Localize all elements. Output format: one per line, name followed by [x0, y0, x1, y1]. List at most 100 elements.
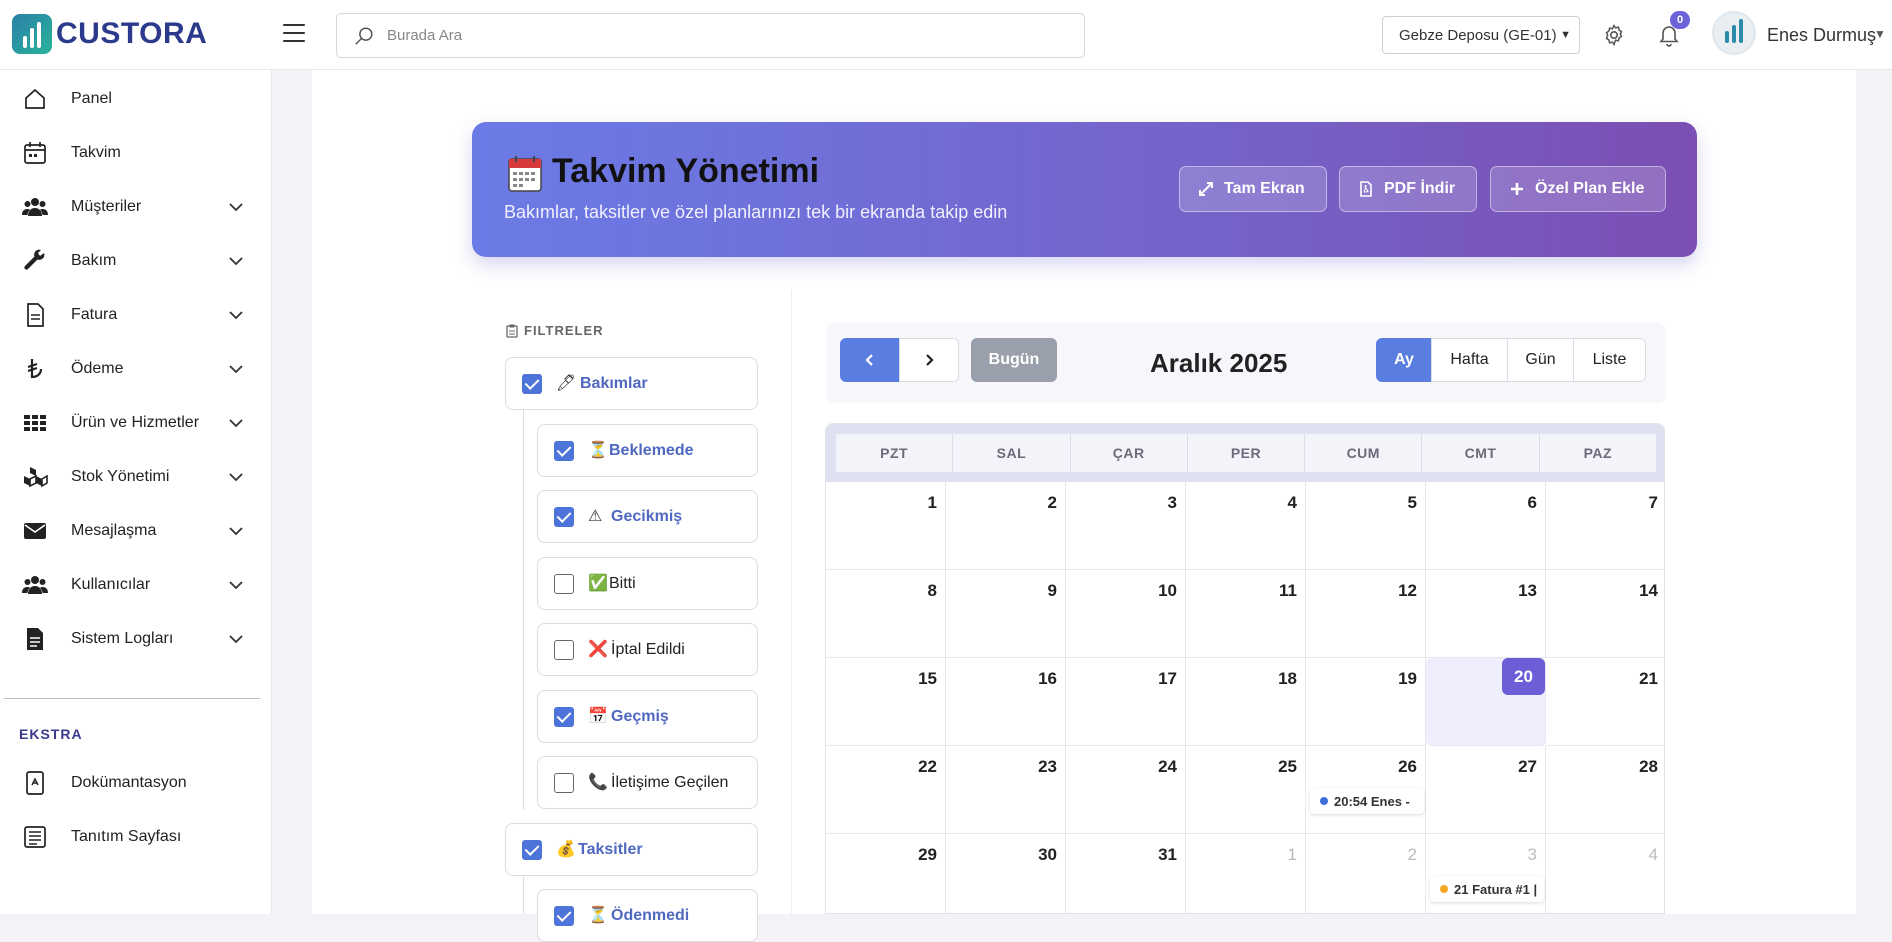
pdf-download-button[interactable]: PDF İndir — [1339, 166, 1477, 212]
prev-month-button[interactable] — [840, 338, 900, 382]
filter-checkbox[interactable] — [522, 840, 542, 860]
filter-iptal-edildi[interactable]: ❌ İptal Edildi — [537, 623, 758, 676]
search-input[interactable] — [387, 14, 1067, 57]
day-number[interactable]: 1 — [928, 493, 937, 513]
sidebar-item-stok[interactable]: Stok Yönetimi — [0, 450, 272, 504]
day-cell[interactable]: 25 — [1186, 746, 1306, 834]
day-number[interactable]: 27 — [1518, 757, 1537, 777]
day-number[interactable]: 13 — [1518, 581, 1537, 601]
day-cell[interactable]: 6 — [1426, 482, 1546, 570]
filter-checkbox[interactable] — [554, 707, 574, 727]
day-number[interactable]: 12 — [1398, 581, 1417, 601]
day-number[interactable]: 3 — [1528, 845, 1537, 865]
view-month-button[interactable]: Ay — [1376, 338, 1432, 382]
day-number[interactable]: 4 — [1649, 845, 1658, 865]
view-day-button[interactable]: Gün — [1507, 338, 1574, 382]
day-cell[interactable]: 7 — [1546, 482, 1664, 570]
calendar-event[interactable]: 21 Fatura #1 | — [1430, 876, 1544, 902]
filter-checkbox[interactable] — [554, 640, 574, 660]
next-month-button[interactable] — [899, 338, 959, 382]
day-cell[interactable]: 18 — [1186, 658, 1306, 746]
sidebar-item-sistem-loglari[interactable]: Sistem Logları — [0, 612, 272, 666]
day-cell[interactable]: 31 — [1066, 834, 1186, 913]
day-number[interactable]: 24 — [1158, 757, 1177, 777]
gear-icon[interactable] — [1602, 23, 1626, 47]
day-cell[interactable]: 16 — [946, 658, 1066, 746]
view-week-button[interactable]: Hafta — [1431, 338, 1508, 382]
filter-iletisime-gecilen[interactable]: 📞 İletişime Geçilen — [537, 756, 758, 809]
day-number[interactable]: 14 — [1639, 581, 1658, 601]
sidebar-item-takvim[interactable]: Takvim — [0, 126, 272, 180]
day-number[interactable]: 2 — [1408, 845, 1417, 865]
day-number[interactable]: 7 — [1649, 493, 1658, 513]
chevron-down-icon[interactable]: ▼ — [1874, 27, 1886, 41]
day-number[interactable]: 8 — [928, 581, 937, 601]
filter-checkbox[interactable] — [554, 773, 574, 793]
day-cell[interactable]: 24 — [1066, 746, 1186, 834]
day-number[interactable]: 11 — [1279, 581, 1297, 601]
day-number[interactable]: 30 — [1038, 845, 1057, 865]
fullscreen-button[interactable]: Tam Ekran — [1179, 166, 1327, 212]
day-cell[interactable]: 23 — [946, 746, 1066, 834]
day-cell[interactable]: 29 — [826, 834, 946, 913]
day-number[interactable]: 5 — [1408, 493, 1417, 513]
menu-toggle-icon[interactable] — [283, 24, 305, 44]
day-number[interactable]: 17 — [1158, 669, 1177, 689]
filter-checkbox[interactable] — [554, 574, 574, 594]
user-name[interactable]: Enes Durmuş — [1767, 25, 1876, 46]
day-cell[interactable]: 14 — [1546, 570, 1664, 658]
calendar-event[interactable]: 20:54 Enes - — [1310, 788, 1424, 814]
day-cell[interactable]: 26 20:54 Enes - — [1306, 746, 1426, 834]
filter-checkbox[interactable] — [554, 507, 574, 527]
filter-checkbox[interactable] — [554, 441, 574, 461]
day-cell[interactable]: 2 — [1306, 834, 1426, 913]
filter-checkbox[interactable] — [522, 374, 542, 394]
day-cell[interactable]: 27 — [1426, 746, 1546, 834]
day-number[interactable]: 6 — [1528, 493, 1537, 513]
day-cell[interactable]: 1 — [826, 482, 946, 570]
filter-bitti[interactable]: ✅ Bitti — [537, 557, 758, 610]
day-cell[interactable]: 13 — [1426, 570, 1546, 658]
filter-gecikmis[interactable]: ⚠ Gecikmiş — [537, 490, 758, 543]
day-number[interactable]: 22 — [918, 757, 937, 777]
day-number[interactable]: 2 — [1048, 493, 1057, 513]
day-cell[interactable]: 10 — [1066, 570, 1186, 658]
brand-logo[interactable]: CUSTORA — [12, 14, 207, 54]
day-number[interactable]: 16 — [1038, 669, 1057, 689]
day-cell[interactable]: 28 — [1546, 746, 1664, 834]
day-cell[interactable]: 11 — [1186, 570, 1306, 658]
day-cell[interactable]: 30 — [946, 834, 1066, 913]
sidebar-item-panel[interactable]: Panel — [0, 72, 272, 126]
day-cell[interactable]: 22 — [826, 746, 946, 834]
sidebar-item-odeme[interactable]: Ödeme — [0, 342, 272, 396]
add-custom-plan-button[interactable]: Özel Plan Ekle — [1490, 166, 1666, 212]
day-cell[interactable]: 19 — [1306, 658, 1426, 746]
day-number[interactable]: 21 — [1639, 669, 1658, 689]
avatar[interactable] — [1712, 11, 1756, 55]
filter-odenmedi[interactable]: ⏳ Ödenmedi — [537, 889, 758, 942]
day-number[interactable]: 26 — [1398, 757, 1417, 777]
day-number[interactable]: 18 — [1278, 669, 1297, 689]
day-number[interactable]: 3 — [1168, 493, 1177, 513]
day-number[interactable]: 15 — [918, 669, 937, 689]
day-cell[interactable]: 17 — [1066, 658, 1186, 746]
depot-select[interactable]: Gebze Deposu (GE-01) ▼ — [1382, 16, 1580, 54]
day-number[interactable]: 28 — [1639, 757, 1658, 777]
sidebar-item-dokumantasyon[interactable]: Dokümantasyon — [0, 756, 272, 810]
day-cell[interactable]: 15 — [826, 658, 946, 746]
day-number[interactable]: 9 — [1048, 581, 1057, 601]
day-number[interactable]: 20 — [1502, 658, 1545, 695]
day-number[interactable]: 10 — [1158, 581, 1177, 601]
sidebar-item-urun-hizmetler[interactable]: Ürün ve Hizmetler — [0, 396, 272, 450]
day-number[interactable]: 19 — [1398, 669, 1417, 689]
day-cell[interactable]: 5 — [1306, 482, 1426, 570]
filter-gecmis[interactable]: 📅 Geçmiş — [537, 690, 758, 743]
day-cell[interactable]: 12 — [1306, 570, 1426, 658]
filter-bakimlar[interactable]: 🖊 Bakımlar — [505, 357, 758, 410]
sidebar-item-bakim[interactable]: Bakım — [0, 234, 272, 288]
day-cell[interactable]: 21 — [1546, 658, 1664, 746]
day-cell[interactable]: 3 21 Fatura #1 | — [1426, 834, 1546, 913]
day-cell[interactable]: 9 — [946, 570, 1066, 658]
day-number[interactable]: 25 — [1278, 757, 1297, 777]
today-button[interactable]: Bugün — [971, 338, 1057, 382]
